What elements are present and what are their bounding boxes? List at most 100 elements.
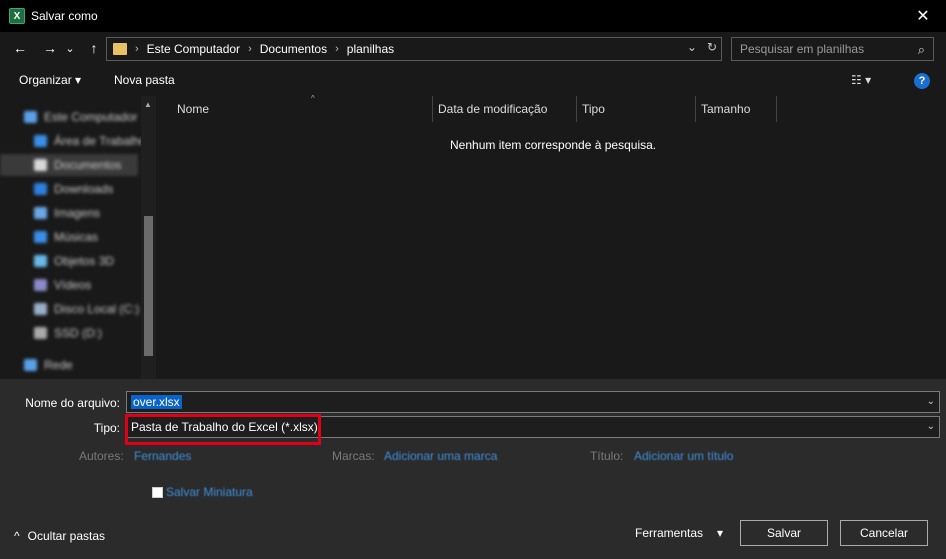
save-thumbnail-label[interactable]: Salvar Miniatura [166, 485, 253, 499]
column-header-nome[interactable]: Nome ^ [171, 94, 433, 122]
add-title-link[interactable]: Adicionar um título [634, 449, 733, 463]
filename-input[interactable]: over.xlsx ⌄ [126, 391, 940, 413]
authors-value-link[interactable]: Fernandes [134, 449, 191, 463]
help-icon[interactable]: ? [914, 73, 930, 89]
drive-icon [34, 327, 47, 339]
desktop-icon [34, 135, 47, 147]
filename-label: Nome do arquivo: [25, 396, 120, 410]
sidebar-item-label: Documentos [54, 158, 122, 172]
breadcrumb-separator: › [135, 43, 139, 55]
recent-locations-chevron-icon[interactable]: ⌄ [63, 38, 77, 58]
images-icon [34, 207, 47, 219]
title-bar: X Salvar como ✕ [0, 0, 946, 32]
forward-arrow-icon[interactable]: → [40, 38, 60, 58]
sidebar-item-label: Disco Local (C:) [54, 302, 140, 316]
hide-folders-button[interactable]: ^ Ocultar pastas [14, 529, 105, 543]
view-options-icon[interactable]: ☷ ▾ [851, 73, 871, 87]
scroll-up-icon[interactable]: ▲ [144, 100, 152, 109]
column-header-label: Nome [177, 102, 210, 116]
sidebar-item-label: SSD (D:) [54, 326, 102, 340]
sidebar-item-objetos-3d[interactable]: Objetos 3D [34, 250, 154, 272]
authors-label: Autores: [79, 449, 124, 463]
drive-icon [34, 303, 47, 315]
column-header-data[interactable]: Data de modificação [432, 96, 577, 122]
breadcrumb-separator: › [248, 43, 252, 55]
column-header-tamanho[interactable]: Tamanho [695, 96, 777, 122]
up-arrow-icon[interactable]: ↑ [84, 38, 104, 58]
excel-app-icon: X [9, 8, 25, 24]
downloads-icon [34, 183, 47, 195]
search-placeholder: Pesquisar em planilhas [740, 42, 865, 56]
file-list-pane: Nome ^ Data de modificação Tipo Tamanho … [157, 94, 946, 379]
sidebar-item-videos[interactable]: Vídeos [34, 274, 154, 296]
sidebar-item-label: Downloads [54, 182, 114, 196]
tags-label: Marcas: [332, 449, 375, 463]
objects-3d-icon [34, 255, 47, 267]
new-folder-button[interactable]: Nova pasta [114, 73, 175, 87]
sidebar-item-downloads[interactable]: Downloads [34, 178, 154, 200]
breadcrumb-documentos[interactable]: Documentos [260, 42, 327, 56]
sidebar-item-documentos[interactable]: Documentos [0, 154, 138, 176]
add-tag-link[interactable]: Adicionar uma marca [384, 449, 497, 463]
filename-value: over.xlsx [131, 395, 182, 409]
tools-label: Ferramentas [635, 526, 704, 540]
videos-icon [34, 279, 47, 291]
sidebar-item-rede[interactable]: Rede [24, 354, 144, 376]
column-header-label: Data de modificação [438, 102, 548, 116]
sidebar-item-label: Imagens [54, 206, 101, 220]
sort-up-icon: ^ [311, 94, 315, 103]
column-header-label: Tipo [582, 102, 605, 116]
sidebar-item-disco-local[interactable]: Disco Local (C:) [34, 298, 154, 320]
breadcrumb-este-computador[interactable]: Este Computador [147, 42, 240, 56]
sidebar-item-musicas[interactable]: Músicas [34, 226, 154, 248]
file-type-value: Pasta de Trabalho do Excel (*.xlsx) [131, 420, 318, 434]
chevron-down-icon[interactable]: ⌄ [927, 421, 935, 432]
save-button[interactable]: Salvar [740, 520, 828, 546]
caret-down-icon: ▾ [717, 526, 724, 540]
refresh-icon[interactable]: ↻ [707, 40, 717, 54]
address-dropdown-chevron-icon[interactable]: ⌄ [687, 40, 697, 54]
network-icon [24, 359, 37, 371]
organize-button[interactable]: Organizar ▾ [19, 73, 81, 87]
column-header-tipo[interactable]: Tipo [576, 96, 696, 122]
music-icon [34, 231, 47, 243]
folder-icon [113, 43, 127, 55]
sidebar-item-label: Vídeos [54, 278, 92, 292]
sidebar-item-label: Área de Trabalho [54, 134, 147, 148]
command-toolbar: Organizar ▾ Nova pasta ☷ ▾ ? [0, 64, 946, 96]
tools-button[interactable]: Ferramentas ▾ [630, 520, 730, 546]
breadcrumb-separator: › [335, 43, 339, 55]
window-title: Salvar como [31, 9, 98, 23]
column-header-label: Tamanho [701, 102, 751, 116]
empty-results-message: Nenhum item corresponde à pesquisa. [450, 138, 657, 152]
sidebar-item-label: Rede [44, 358, 73, 372]
navigation-bar: ← → ⌄ ↑ › Este Computador › Documentos ›… [0, 32, 946, 64]
title-label: Título: [590, 449, 624, 463]
save-thumbnail-checkbox[interactable] [152, 487, 163, 498]
scrollbar-thumb[interactable] [144, 216, 153, 356]
sidebar-item-label: Este Computador [44, 110, 138, 124]
navigation-pane: Este Computador Área de Trabalho Documen… [0, 96, 156, 379]
sidebar-item-ssd[interactable]: SSD (D:) [34, 322, 154, 344]
save-options-panel: Nome do arquivo: over.xlsx ⌄ Tipo: Pasta… [0, 379, 946, 559]
chevron-down-icon[interactable]: ⌄ [927, 396, 935, 407]
hide-folders-label: Ocultar pastas [27, 529, 106, 543]
sidebar-item-este-computador[interactable]: Este Computador [24, 106, 144, 128]
computer-icon [24, 111, 37, 123]
sidebar-scrollbar[interactable]: ▲ [141, 96, 156, 379]
close-icon[interactable]: ✕ [900, 0, 946, 32]
sidebar-item-label: Músicas [54, 230, 99, 244]
type-label: Tipo: [93, 421, 120, 435]
back-arrow-icon[interactable]: ← [10, 38, 30, 58]
file-type-select[interactable]: Pasta de Trabalho do Excel (*.xlsx) ⌄ [126, 416, 940, 438]
cancel-button[interactable]: Cancelar [840, 520, 928, 546]
documents-icon [34, 159, 47, 171]
chevron-up-icon: ^ [14, 529, 20, 543]
sidebar-item-area-de-trabalho[interactable]: Área de Trabalho [34, 130, 154, 152]
sidebar-item-label: Objetos 3D [54, 254, 115, 268]
search-icon[interactable]: ⌕ [918, 42, 925, 58]
search-input[interactable]: Pesquisar em planilhas ⌕ [731, 37, 934, 61]
sidebar-item-imagens[interactable]: Imagens [34, 202, 154, 224]
address-bar[interactable]: › Este Computador › Documentos › planilh… [106, 37, 722, 61]
breadcrumb-planilhas[interactable]: planilhas [347, 42, 394, 56]
